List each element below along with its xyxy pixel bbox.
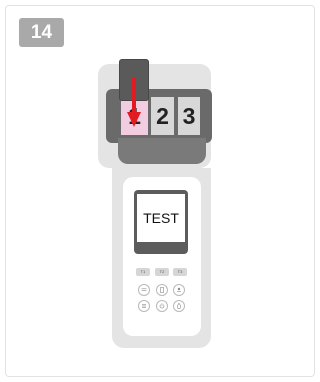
droplet-button[interactable] [173,300,185,312]
softkey-3[interactable] [169,244,185,252]
list-button[interactable] [138,300,150,312]
cuvette-slot-2: 2 [151,97,174,135]
chamber-lip [118,138,206,164]
sample-icon [177,287,181,292]
softkey-2[interactable] [153,244,168,252]
cuvette-button[interactable] [156,284,168,296]
list-icon [142,304,146,308]
cuvette-icon [160,287,164,293]
test-button-3[interactable]: T3 [173,268,187,276]
insert-arrow-icon [127,78,141,127]
softkey-1[interactable] [137,244,152,252]
power-button[interactable] [156,300,168,312]
menu-button[interactable] [138,284,150,296]
power-icon [159,303,165,309]
sample-button[interactable] [173,284,185,296]
cuvette-slot-3: 3 [178,97,200,135]
test-button-2[interactable]: T2 [155,268,169,276]
menu-icon [141,288,147,291]
step-number-badge: 14 [19,18,64,47]
display-screen: TEST [137,194,185,242]
test-button-1[interactable]: T1 [136,268,150,276]
droplet-icon [176,302,182,309]
